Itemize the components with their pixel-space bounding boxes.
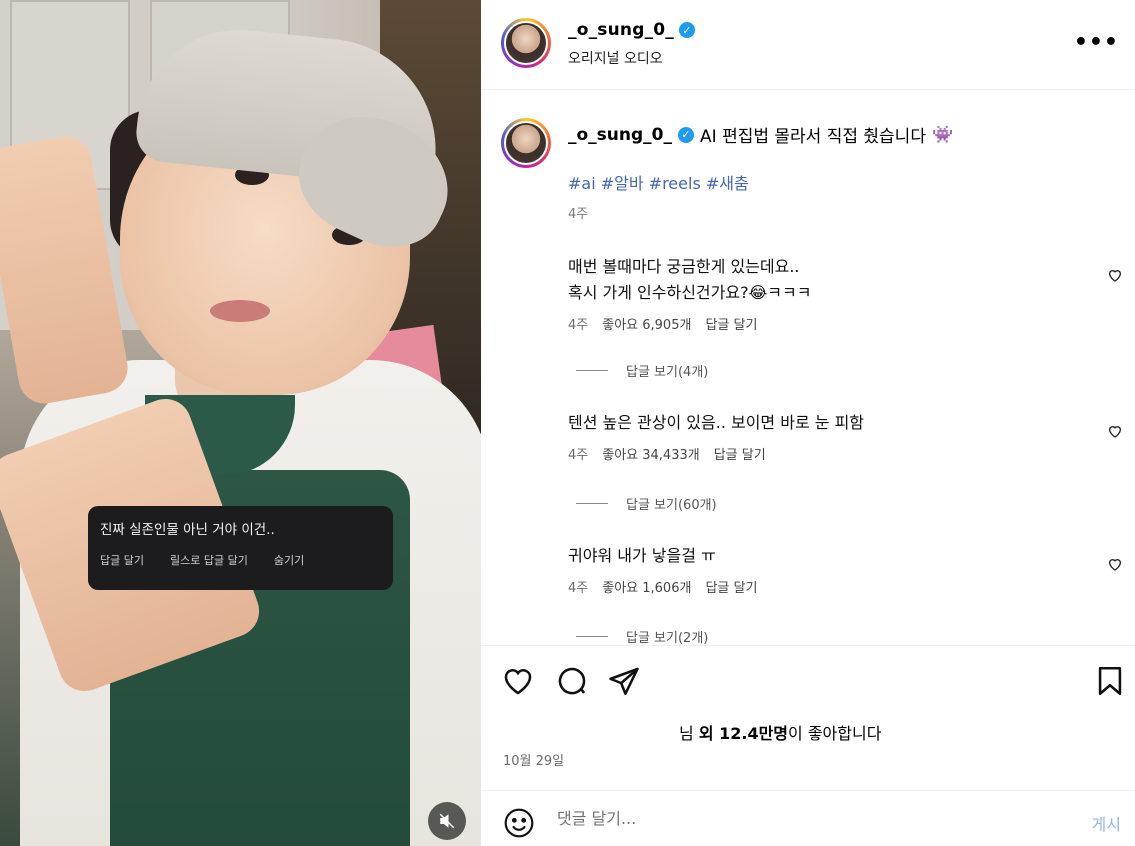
caption-avatar[interactable] xyxy=(501,118,551,168)
reply-with-reel-button[interactable]: 릴스로 답글 달기 xyxy=(170,552,248,568)
likes-prefix: 님 xyxy=(679,724,699,743)
likes-suffix: 이 좋아합니다 xyxy=(788,724,882,743)
replies-divider xyxy=(576,636,608,637)
comment-input[interactable] xyxy=(557,809,1057,828)
view-replies[interactable]: 답글 보기(2개) xyxy=(576,627,708,646)
comment-time: 4주 xyxy=(568,318,589,333)
likes-summary[interactable]: 님 외 12.4만명이 좋아합니다 xyxy=(679,720,881,744)
comment-like-heart-icon[interactable] xyxy=(1107,556,1123,572)
mute-button[interactable] xyxy=(428,802,466,840)
share-send-icon[interactable] xyxy=(607,664,641,698)
comment-like-heart-icon[interactable] xyxy=(1107,423,1123,439)
comment-item: 귀야워 내가 낳을걸 ㅠ 4주 좋아요 1,606개 답글 달기 xyxy=(568,543,1128,596)
replies-divider xyxy=(576,370,608,371)
avatar[interactable] xyxy=(501,18,551,68)
caption-text: AI 편집법 몰라서 직접 췄습니다 xyxy=(700,127,926,147)
reel-video[interactable]: 진짜 실존인물 아닌 거야 이건.. 답글 달기 릴스로 답글 달기 숨기기 xyxy=(0,0,481,846)
emoji-picker-icon[interactable] xyxy=(503,807,535,839)
comment-reply-button[interactable]: 답글 달기 xyxy=(705,577,757,596)
comment-item: 매번 볼때마다 궁금한게 있는데요.. 혹시 가게 인수하신건가요?😂ㅋㅋㅋ 4… xyxy=(568,254,1128,333)
view-replies-label[interactable]: 답글 보기(2개) xyxy=(626,627,708,646)
post-date: 10월 29일 xyxy=(503,754,565,769)
bookmark-icon[interactable] xyxy=(1093,664,1127,698)
comment-time: 4주 xyxy=(568,448,589,463)
post-comment-button[interactable]: 게시 xyxy=(1092,811,1121,835)
verified-badge-icon: ✓ xyxy=(679,22,696,38)
caption-time: 4주 xyxy=(568,207,589,222)
comment-text: 텐션 높은 관상이 있음.. 보이면 바로 눈 피함 xyxy=(568,413,865,432)
reply-button[interactable]: 답글 달기 xyxy=(100,552,144,568)
audio-label[interactable]: 오리지널 오디오 xyxy=(568,48,663,68)
comment-item: 텐션 높은 관상이 있음.. 보이면 바로 눈 피함 4주 좋아요 34,433… xyxy=(568,410,1128,463)
comment-text: 귀야워 내가 낳을걸 ㅠ xyxy=(568,546,716,565)
more-options-button[interactable]: ••• xyxy=(1074,30,1119,55)
comment-preview-text: 진짜 실존인물 아닌 거야 이건.. xyxy=(100,522,275,538)
author-username-text[interactable]: _o_sung_0_ xyxy=(568,20,674,40)
view-replies[interactable]: 답글 보기(60개) xyxy=(576,494,717,513)
comment-reply-button[interactable]: 답글 달기 xyxy=(714,444,766,463)
comment-likes[interactable]: 좋아요 1,606개 xyxy=(602,577,691,596)
comment-likes[interactable]: 좋아요 6,905개 xyxy=(602,314,691,333)
verified-badge-icon: ✓ xyxy=(678,126,695,143)
view-replies[interactable]: 답글 보기(4개) xyxy=(576,361,708,380)
comment-text: 매번 볼때마다 궁금한게 있는데요.. 혹시 가게 인수하신건가요?😂ㅋㅋㅋ xyxy=(568,257,812,302)
caption-emoji: 👾 xyxy=(931,124,954,145)
comment-preview-popup: 진짜 실존인물 아닌 거야 이건.. 답글 달기 릴스로 답글 달기 숨기기 xyxy=(88,506,393,590)
likes-count[interactable]: 외 12.4만명 xyxy=(699,724,788,743)
view-replies-label[interactable]: 답글 보기(60개) xyxy=(626,494,717,513)
comment-reply-button[interactable]: 답글 달기 xyxy=(705,314,757,333)
comment-bubble-icon[interactable] xyxy=(555,664,589,698)
comment-likes[interactable]: 좋아요 34,433개 xyxy=(602,444,699,463)
speaker-muted-icon xyxy=(439,813,455,829)
caption-username[interactable]: _o_sung_0_ xyxy=(568,125,672,145)
post-actions-bar xyxy=(481,645,1135,717)
view-replies-label[interactable]: 답글 보기(4개) xyxy=(626,361,708,380)
comment-time: 4주 xyxy=(568,581,589,596)
caption: _o_sung_0_ ✓ AI 편집법 몰라서 직접 췄습니다 👾 xyxy=(568,122,954,148)
replies-divider xyxy=(576,503,608,504)
comment-composer: 게시 xyxy=(481,790,1135,846)
comment-like-heart-icon[interactable] xyxy=(1107,267,1123,283)
hide-button[interactable]: 숨기기 xyxy=(274,552,304,568)
like-heart-icon[interactable] xyxy=(501,664,535,698)
post-header: _o_sung_0_ ✓ 오리지널 오디오 ••• xyxy=(481,0,1135,90)
video-person-mouth xyxy=(210,300,270,322)
author-username[interactable]: _o_sung_0_ ✓ xyxy=(568,20,696,40)
caption-hashtags[interactable]: #ai #알바 #reels #새춤 xyxy=(568,170,749,194)
post-panel: _o_sung_0_ ✓ 오리지널 오디오 ••• _o_sung_0_ ✓ A… xyxy=(481,0,1135,846)
